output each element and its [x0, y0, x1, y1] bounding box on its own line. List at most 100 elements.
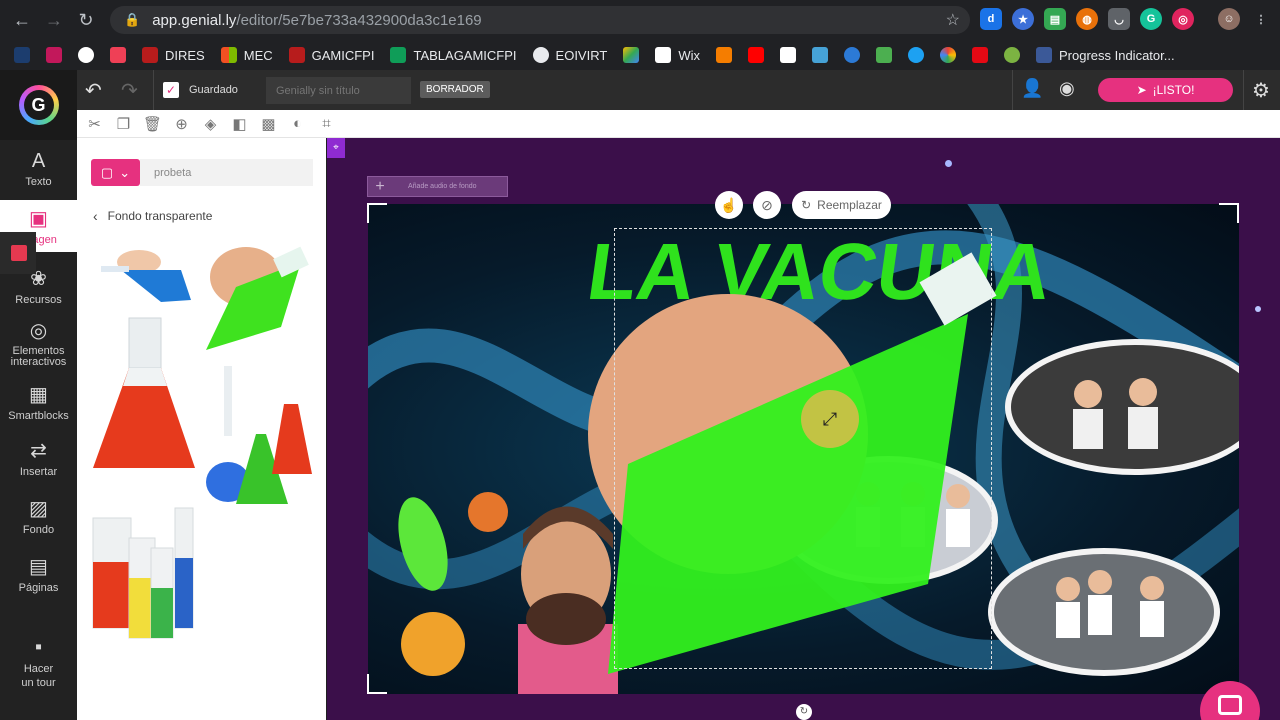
transparency-icon[interactable]: ▩	[259, 115, 278, 133]
tooltip-button[interactable]: ⊘	[753, 191, 781, 219]
bookmark-k-icon[interactable]	[811, 47, 828, 63]
lock-object-icon[interactable]: ⊕	[172, 115, 191, 133]
address-bar[interactable]: 🔒 app.genial.ly /editor/5e7be733a432900d…	[110, 6, 970, 34]
saved-check-icon: ✓	[163, 82, 179, 98]
bookmark-q-icon[interactable]	[779, 47, 796, 63]
rail-insertar[interactable]: ⇄ Insertar	[0, 438, 77, 478]
profile-avatar[interactable]: ☺	[1218, 8, 1240, 30]
image-panel: ▢⌄ ‹ Fondo transparente	[77, 138, 326, 720]
bookmark-twitter-icon[interactable]	[907, 47, 924, 63]
rotate-handle[interactable]: ↻	[796, 704, 812, 720]
refresh-icon: ↻	[801, 198, 812, 212]
chat-icon	[1218, 695, 1242, 715]
pocket-icon[interactable]: ◡	[1108, 8, 1130, 30]
title-input[interactable]	[266, 77, 411, 104]
slide-corner	[367, 203, 387, 223]
bookmark-tablagamicfpi[interactable]: TABLAGAMICFPI	[390, 47, 517, 63]
pin-icon[interactable]: ⌖	[327, 138, 345, 158]
bookmark-icon-4[interactable]	[110, 47, 126, 63]
bookmark-icon-3[interactable]	[78, 47, 94, 63]
extension-star-icon[interactable]: ★	[1012, 8, 1034, 30]
undo-icon[interactable]: ↶	[85, 78, 102, 103]
align-icon[interactable]: ◧	[230, 115, 249, 133]
filter-icon[interactable]: ◐	[288, 115, 307, 132]
bookmark-eoivirt[interactable]: EOIVIRT	[532, 47, 607, 63]
bookmark-green-icon[interactable]	[875, 47, 892, 63]
bookmark-gamicfpi[interactable]: GAMICFPI	[288, 47, 374, 63]
bookmark-pinwheel-icon[interactable]	[939, 47, 956, 63]
forward-arrow-icon[interactable]: →	[38, 4, 70, 36]
record-stop-icon[interactable]	[11, 245, 27, 261]
grammarly-icon[interactable]: G	[1140, 8, 1162, 30]
tour-icon: ▪	[34, 636, 43, 658]
extension-sheet-icon[interactable]: ▤	[1044, 8, 1066, 30]
settings-gear-icon[interactable]: ⚙	[1252, 78, 1270, 103]
url-path: /editor/5e7be733a432900da3c1e169	[236, 11, 482, 29]
rail-smartblocks[interactable]: ▦ Smartblocks	[0, 382, 77, 422]
rail-fondo[interactable]: ▨ Fondo	[0, 496, 77, 536]
saved-status: Guardado	[189, 84, 238, 96]
bookmark-youtube-icon[interactable]	[747, 47, 764, 63]
bookmark-icon-2[interactable]	[46, 47, 62, 63]
search-input[interactable]	[140, 159, 313, 186]
plus-icon: +	[375, 177, 385, 195]
bookmark-star-icon[interactable]: ☆	[946, 10, 960, 30]
bookmark-play-icon[interactable]	[1003, 47, 1020, 63]
lock-icon: 🔒	[124, 12, 141, 27]
bookmark-wix[interactable]: Wix	[655, 47, 700, 63]
chevron-left-icon: ‹	[93, 208, 98, 224]
layers-icon[interactable]: ◈	[201, 115, 220, 133]
interaction-button[interactable]: ☝	[715, 191, 743, 219]
bookmark-a-icon[interactable]	[843, 47, 860, 63]
rail-texto[interactable]: A Texto	[0, 150, 77, 188]
bookmarks-bar: DIRES MEC GAMICFPI TABLAGAMICFPI EOIVIRT…	[0, 40, 1280, 70]
menu-kebab-icon[interactable]: ⋮	[1250, 8, 1272, 30]
interactive-icon: ◎	[29, 320, 48, 342]
rail-paginas[interactable]: ▤ Páginas	[0, 554, 77, 594]
bookmark-blogger-icon[interactable]	[715, 47, 732, 63]
recording-overlay	[0, 232, 36, 274]
delete-icon[interactable]: 🗑	[143, 115, 162, 133]
move-handle[interactable]: ⤢	[801, 390, 859, 448]
result-thumb-three-flasks[interactable]	[206, 364, 312, 514]
url-host: app.genial.ly	[152, 11, 237, 29]
extension-pink-icon[interactable]: ◎	[1172, 8, 1194, 30]
bookmark-icon-1[interactable]	[14, 47, 30, 63]
preview-eye-icon[interactable]: ◉	[1059, 78, 1075, 99]
bookmark-dires[interactable]: DIRES	[142, 47, 205, 63]
image-icon: ▣	[29, 208, 48, 230]
draft-badge: BORRADOR	[420, 81, 490, 98]
ready-button[interactable]: ➤ ¡LISTO!	[1098, 78, 1233, 102]
slide[interactable]: LA VACUNA ⤢	[368, 204, 1239, 694]
back-link[interactable]: ‹ Fondo transparente	[93, 208, 212, 224]
source-dropdown[interactable]: ▢ ⌄	[91, 159, 140, 186]
genially-logo[interactable]: G	[0, 70, 77, 140]
redo-icon[interactable]: ↷	[121, 78, 138, 103]
back-arrow-icon[interactable]: ←	[6, 4, 38, 36]
result-thumb-hand-blue[interactable]	[91, 232, 197, 308]
bookmark-progress-indicator[interactable]: Progress Indicator...	[1035, 47, 1175, 63]
bookmark-mec[interactable]: MEC	[220, 47, 273, 63]
extension-d-icon[interactable]: d	[980, 8, 1002, 30]
add-audio-button[interactable]: + Añade audio de fondo	[367, 176, 508, 197]
duplicate-icon[interactable]: ❐	[114, 115, 133, 133]
result-thumb-red-flask[interactable]	[91, 316, 197, 471]
cut-icon[interactable]: ✂	[85, 115, 104, 133]
selection-frame[interactable]	[614, 228, 992, 669]
left-rail: G A Texto ▣ Imagen ❀ Recursos ◎ Elemento…	[0, 70, 77, 720]
result-thumb-hand-green[interactable]	[206, 232, 312, 355]
bookmark-netflix-icon[interactable]	[971, 47, 988, 63]
bookmark-drive-icon[interactable]	[623, 47, 640, 63]
replace-button[interactable]: ↻ Reemplazar	[792, 191, 891, 219]
insert-icon: ⇄	[30, 440, 47, 462]
add-user-icon[interactable]: 👤	[1021, 78, 1043, 99]
slide-corner	[1219, 203, 1239, 223]
crop-icon[interactable]: ⌗	[317, 115, 336, 132]
result-thumb-bottles[interactable]	[91, 478, 197, 643]
slide-corner	[367, 674, 387, 694]
rail-elementos-interactivos[interactable]: ◎ Elementos interactivos	[0, 318, 77, 368]
reload-icon[interactable]: ↻	[70, 4, 102, 36]
pages-icon: ▤	[29, 556, 48, 578]
rail-hacer-un-tour[interactable]: ▪ Hacer un tour	[0, 636, 77, 690]
extension-orange-icon[interactable]: ◍	[1076, 8, 1098, 30]
